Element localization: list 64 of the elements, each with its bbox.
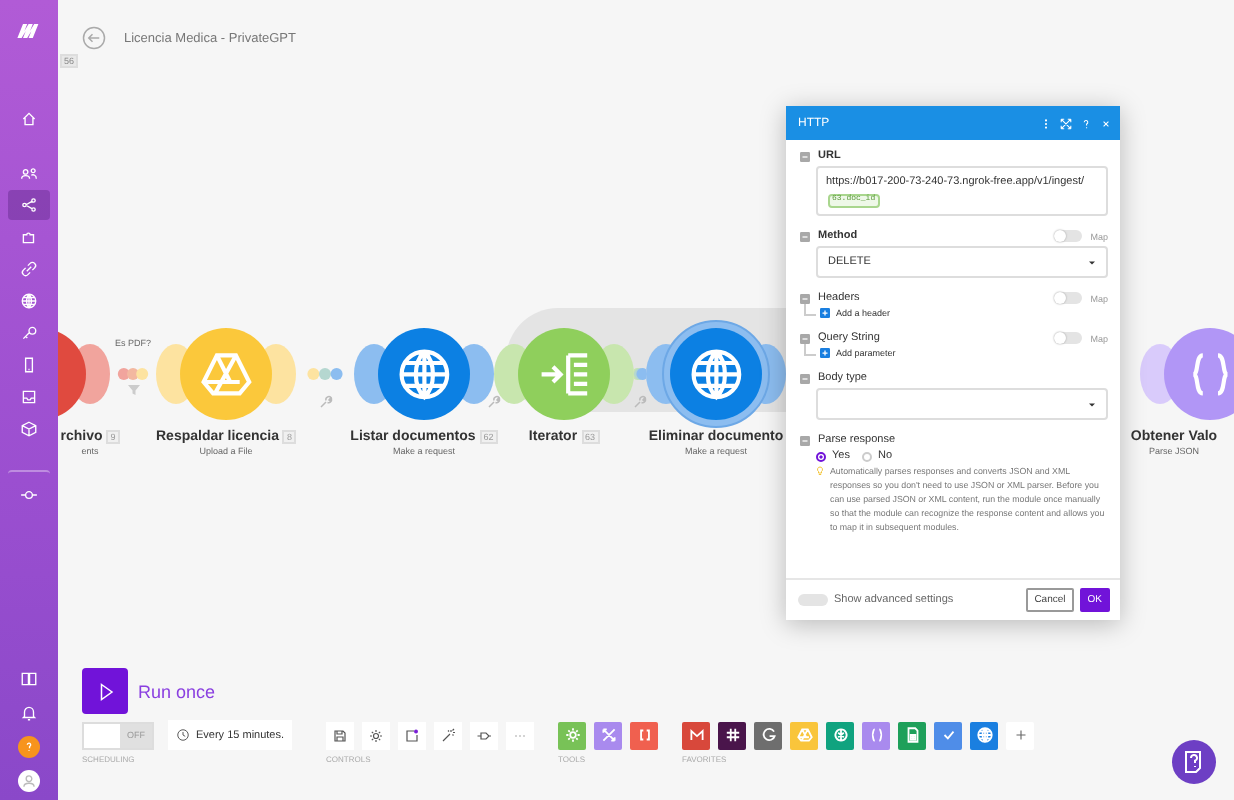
- globe-module-icon[interactable]: [646, 320, 786, 428]
- toolbar-button[interactable]: [434, 721, 463, 749]
- collapse-icon[interactable]: [800, 333, 810, 343]
- wrench-icon[interactable]: [317, 394, 333, 410]
- lightbulb-icon: [816, 466, 824, 476]
- plus-icon: [820, 308, 830, 318]
- check-app-icon[interactable]: [934, 721, 963, 749]
- toolbar-button[interactable]: [362, 721, 391, 749]
- bell-icon[interactable]: [18, 702, 40, 724]
- gear-icon: [368, 727, 385, 743]
- map-toggle[interactable]: [1054, 332, 1083, 344]
- help-icon[interactable]: [1080, 117, 1092, 129]
- collapse-icon[interactable]: [800, 231, 810, 241]
- braces-app-icon[interactable]: [862, 721, 891, 749]
- clock-icon: [176, 728, 190, 742]
- link-icon[interactable]: [20, 260, 38, 278]
- brackets-app-icon[interactable]: [630, 721, 659, 749]
- puzzle-icon[interactable]: [20, 228, 38, 246]
- book-icon[interactable]: [18, 668, 40, 690]
- map-toggle[interactable]: [1054, 292, 1083, 304]
- sheets-app-icon[interactable]: [898, 721, 927, 749]
- help-icon[interactable]: [18, 736, 40, 758]
- key-icon[interactable]: [20, 324, 38, 342]
- share-icon[interactable]: [20, 196, 38, 214]
- toolbar-button[interactable]: [470, 721, 499, 749]
- run-once-button[interactable]: [82, 668, 128, 714]
- wrench-icon[interactable]: [486, 394, 502, 410]
- caret-icon: [1088, 259, 1096, 265]
- collapse-icon[interactable]: [800, 373, 810, 383]
- note-icon: [404, 727, 421, 743]
- globe-icon[interactable]: [20, 292, 38, 310]
- avatar-icon[interactable]: [18, 770, 40, 792]
- back-icon[interactable]: [82, 26, 106, 50]
- box-icon[interactable]: [20, 420, 38, 438]
- collapse-icon[interactable]: [800, 435, 810, 445]
- caret-icon: [1088, 401, 1096, 407]
- users-icon[interactable]: [20, 164, 38, 182]
- flow-icon: [476, 727, 493, 743]
- expand-icon[interactable]: [1060, 117, 1072, 129]
- gmail-app-icon[interactable]: [682, 721, 711, 749]
- commit-icon[interactable]: [20, 486, 38, 504]
- wand-icon: [440, 727, 457, 743]
- collapse-icon[interactable]: [800, 293, 810, 303]
- home-icon[interactable]: [20, 110, 38, 128]
- openai-app-icon[interactable]: [826, 721, 855, 749]
- collapse-icon[interactable]: [800, 151, 810, 161]
- globe-app-icon[interactable]: [970, 721, 999, 749]
- help-chat-icon[interactable]: [1172, 740, 1216, 784]
- phone-icon[interactable]: [20, 356, 38, 374]
- toolbar-button[interactable]: [326, 721, 355, 749]
- plus-app-icon[interactable]: [1006, 721, 1035, 749]
- run-once-label: Run once: [138, 681, 216, 701]
- sidebar-item[interactable]: [8, 190, 50, 220]
- plus-icon: [820, 348, 830, 358]
- logo-icon[interactable]: [15, 22, 43, 40]
- map-toggle[interactable]: [1054, 230, 1083, 242]
- save-icon: [332, 727, 349, 743]
- slack-app-icon[interactable]: [718, 721, 747, 749]
- close-icon[interactable]: [1100, 117, 1112, 129]
- toolbar-button[interactable]: [398, 721, 427, 749]
- cross-app-icon[interactable]: [594, 721, 623, 749]
- inbox-icon[interactable]: [20, 388, 38, 406]
- google-app-icon[interactable]: [754, 721, 783, 749]
- gear-app-icon[interactable]: [558, 721, 587, 749]
